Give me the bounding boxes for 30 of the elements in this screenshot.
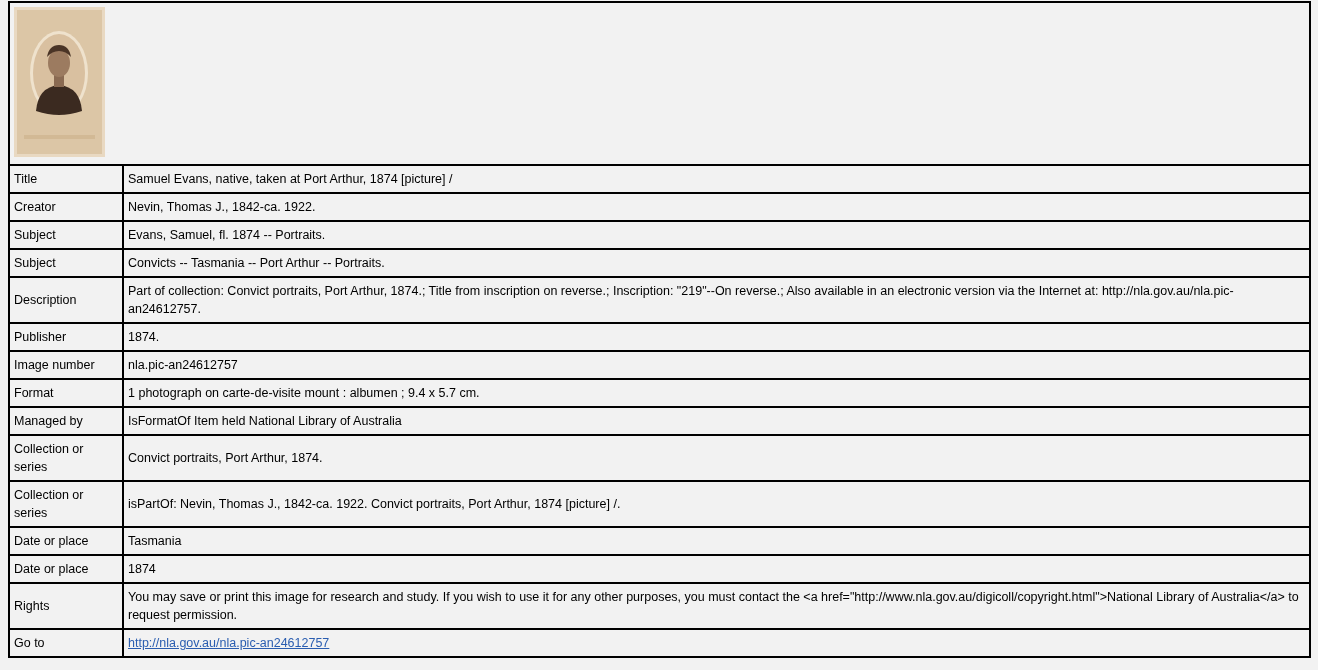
field-label: Title [14, 172, 38, 186]
field-label: Collection or series [14, 442, 84, 474]
field-value: 1874. [128, 330, 160, 344]
field-label: Image number [14, 358, 95, 372]
field-value: Part of collection: Convict portraits, Port Arthur, 1874.; Title from inscription on reverse.; Inscription: "219"--On reverse.; Also available in an electronic version via the Internet at: http://nla.gov.au/nla.pic-an24612757. [128, 284, 1234, 316]
field-value: 1874 [128, 562, 156, 576]
record-link[interactable]: http://nla.gov.au/nla.pic-an24612757 [128, 636, 330, 650]
field-label: Subject [14, 228, 56, 242]
field-value: Convicts -- Tasmania -- Port Arthur -- Portraits. [128, 256, 385, 270]
field-value: Convict portraits, Port Arthur, 1874. [128, 451, 323, 465]
field-label: Date or place [14, 562, 89, 576]
field-value: Nevin, Thomas J., 1842-ca. 1922. [128, 200, 316, 214]
field-label: Rights [14, 599, 50, 613]
field-label: Collection or series [14, 488, 84, 520]
field-label: Description [14, 293, 77, 307]
field-label: Managed by [14, 414, 83, 428]
field-value: You may save or print this image for research and study. If you wish to use it for any other purposes, you must contact the <a href="http://www.nla.gov.au/digicoll/copyright.html">National Library of Australia</a> to request permission. [128, 590, 1299, 622]
field-value: nla.pic-an24612757 [128, 358, 238, 372]
field-label: Date or place [14, 534, 89, 548]
field-value: Tasmania [128, 534, 182, 548]
field-label: Creator [14, 200, 56, 214]
field-value: IsFormatOf Item held National Library of Australia [128, 414, 402, 428]
field-label: Format [14, 386, 54, 400]
field-value: Samuel Evans, native, taken at Port Arthur, 1874 [picture] / [128, 172, 453, 186]
field-value: isPartOf: Nevin, Thomas J., 1842-ca. 1922. Convict portraits, Port Arthur, 1874 [picture] /. [128, 497, 621, 511]
field-label: Publisher [14, 330, 67, 344]
field-label: Subject [14, 256, 56, 270]
field-value: Evans, Samuel, fl. 1874 -- Portraits. [128, 228, 326, 242]
field-label: Go to [14, 636, 45, 650]
field-value: 1 photograph on carte-de-visite mount : albumen ; 9.4 x 5.7 cm. [128, 386, 480, 400]
